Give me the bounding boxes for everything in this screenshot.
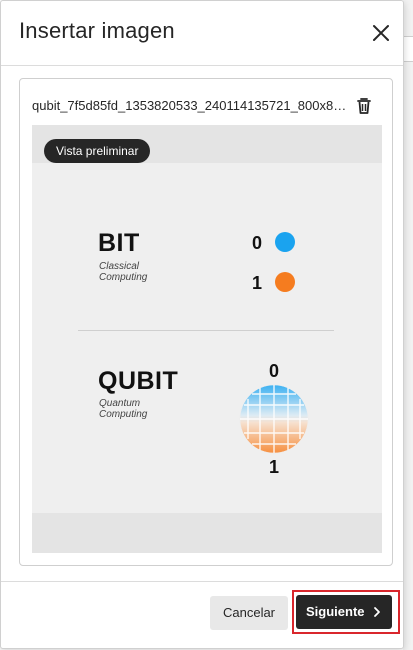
qubit-title: QUBIT [98, 367, 179, 395]
footer-divider [1, 581, 403, 582]
close-icon[interactable] [369, 21, 393, 45]
qubit-sphere [239, 384, 309, 454]
preview-divider [78, 330, 334, 331]
image-preview: Vista preliminar BIT Classical Computing… [32, 125, 382, 553]
preview-badge: Vista preliminar [44, 139, 151, 163]
qubit-zero-label: 0 [269, 361, 280, 381]
image-card: qubit_7f5d85fd_1353820533_240114135721_8… [19, 78, 393, 566]
bit-caption-line2: Computing [99, 272, 148, 283]
chevron-right-icon [374, 607, 380, 617]
background-tab [403, 36, 413, 62]
cancel-button[interactable]: Cancelar [210, 596, 288, 630]
header-divider [1, 65, 403, 66]
bit-one-dot [275, 272, 295, 292]
bit-zero-label: 0 [252, 233, 263, 253]
preview-bottom-band [32, 513, 382, 553]
bit-title: BIT [98, 229, 140, 257]
next-button-label: Siguiente [306, 604, 365, 619]
next-button[interactable]: Siguiente [296, 595, 392, 629]
bit-caption-line1: Classical [99, 261, 140, 272]
bit-one-label: 1 [252, 273, 263, 293]
qubit-one-label: 1 [269, 457, 280, 477]
dialog-title: Insertar imagen [19, 18, 175, 43]
bit-zero-dot [275, 232, 295, 252]
qubit-caption-line2: Computing [99, 409, 148, 420]
background-page [403, 0, 413, 650]
file-name: qubit_7f5d85fd_1353820533_240114135721_8… [32, 98, 348, 113]
trash-icon[interactable] [354, 96, 374, 116]
insert-image-dialog: Insertar imagen qubit_7f5d85fd_135382053… [0, 0, 404, 649]
qubit-caption-line1: Quantum [99, 398, 141, 409]
